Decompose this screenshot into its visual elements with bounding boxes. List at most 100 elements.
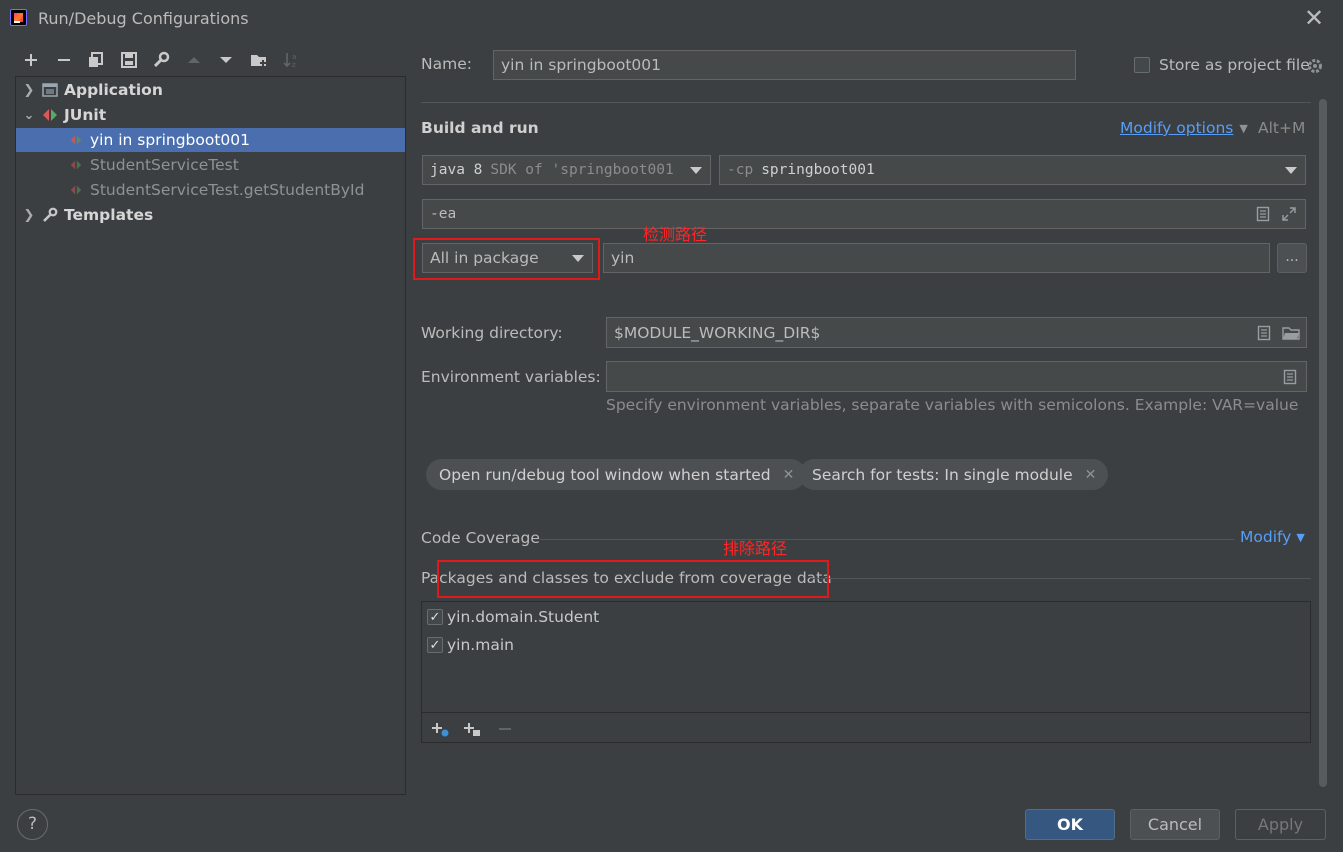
gear-icon[interactable] <box>1306 57 1324 75</box>
title-bar: Run/Debug Configurations ✕ <box>0 0 1343 38</box>
help-button[interactable]: ? <box>17 809 48 840</box>
move-down-icon[interactable] <box>215 48 237 72</box>
tree-item-yin-in-springboot001[interactable]: yin in springboot001 <box>16 128 405 152</box>
chip-open-tool-window[interactable]: Open run/debug tool window when started … <box>426 459 807 490</box>
move-up-icon[interactable] <box>183 48 205 72</box>
coverage-modify-link[interactable]: Modify ▼ <box>1240 528 1305 546</box>
environment-variables-input[interactable] <box>606 361 1307 392</box>
working-directory-value: $MODULE_WORKING_DIR$ <box>614 323 821 342</box>
separator <box>810 578 1311 579</box>
checkbox-checked[interactable]: ✓ <box>427 637 443 653</box>
add-icon[interactable] <box>20 48 42 72</box>
document-icon[interactable] <box>1255 206 1271 222</box>
chevron-down-icon: ▼ <box>1296 530 1305 544</box>
expand-icon[interactable] <box>1281 206 1297 222</box>
cp-flag: -cp <box>727 162 754 178</box>
coverage-modify-label: Modify <box>1240 528 1292 546</box>
junit-icon <box>42 107 58 123</box>
document-icon[interactable] <box>1282 369 1298 385</box>
remove-icon[interactable] <box>53 48 75 72</box>
list-item[interactable]: ✓ yin.domain.Student <box>427 608 599 626</box>
exclude-list: ✓ yin.domain.Student ✓ yin.main <box>421 601 1311 743</box>
package-value: yin <box>611 249 635 267</box>
tree-item-label: yin in springboot001 <box>90 131 251 149</box>
separator <box>422 712 1310 713</box>
browse-package-button[interactable]: ... <box>1277 243 1307 273</box>
remove-icon[interactable] <box>496 720 514 738</box>
vm-options-input[interactable]: -ea <box>422 199 1306 229</box>
tree-item-getstudentbyid[interactable]: StudentServiceTest.getStudentById <box>16 178 405 202</box>
chip-search-for-tests[interactable]: Search for tests: In single module ✕ <box>799 459 1109 490</box>
remove-chip-icon[interactable]: ✕ <box>1085 467 1097 483</box>
tree-item-studentservicetest[interactable]: StudentServiceTest <box>16 153 405 177</box>
working-directory-input[interactable]: $MODULE_WORKING_DIR$ <box>606 317 1307 348</box>
jdk-source: SDK of 'springboot001 <box>490 162 674 178</box>
window-title: Run/Debug Configurations <box>38 9 249 28</box>
name-input[interactable]: yin in springboot001 <box>493 50 1076 80</box>
tree-item-label: Templates <box>64 206 154 224</box>
store-as-project-file-label: Store as project file <box>1159 56 1310 74</box>
annotation-box-detect <box>413 238 600 280</box>
separator <box>421 102 1311 103</box>
sort-icon[interactable]: az <box>280 48 302 72</box>
save-icon[interactable] <box>118 48 140 72</box>
annotation-detect-path: 检测路径 <box>643 225 708 244</box>
add-class-icon[interactable] <box>430 720 450 738</box>
vm-options-value: -ea <box>430 206 457 222</box>
new-folder-icon[interactable] <box>248 48 270 72</box>
modify-options-link[interactable]: Modify options ▼ <box>1120 119 1248 137</box>
intellij-logo-icon <box>10 9 27 26</box>
tree-item-application[interactable]: ❯ Application <box>16 78 405 102</box>
checkbox-checked[interactable]: ✓ <box>427 609 443 625</box>
svg-text:z: z <box>292 61 296 69</box>
junit-test-icon <box>68 182 84 198</box>
dropdown-arrow-icon <box>690 167 702 174</box>
tree-item-label: StudentServiceTest.getStudentById <box>90 181 365 199</box>
modify-options-shortcut: Alt+M <box>1258 119 1306 137</box>
chip-label: Open run/debug tool window when started <box>439 465 771 484</box>
list-item[interactable]: ✓ yin.main <box>427 636 514 654</box>
environment-variables-label: Environment variables: <box>421 368 601 386</box>
dropdown-arrow-icon <box>1285 167 1297 174</box>
name-label: Name: <box>421 55 472 73</box>
jdk-version: java 8 <box>430 162 483 178</box>
annotation-box-exclude <box>437 560 829 598</box>
name-value: yin in springboot001 <box>501 56 662 74</box>
configuration-tree: ❯ Application ⌄ JUnit yin in springboot0… <box>15 76 406 795</box>
chevron-right-icon[interactable]: ❯ <box>22 83 36 98</box>
close-icon[interactable]: ✕ <box>1300 4 1328 32</box>
document-icon[interactable] <box>1256 325 1272 341</box>
tree-item-junit[interactable]: ⌄ JUnit <box>16 103 405 127</box>
package-input[interactable]: yin <box>603 243 1270 273</box>
jdk-select[interactable]: java 8 SDK of 'springboot001 <box>422 155 711 185</box>
tree-item-label: StudentServiceTest <box>90 156 239 174</box>
svg-text:a: a <box>292 53 296 61</box>
separator <box>540 539 1234 540</box>
build-and-run-heading: Build and run <box>421 119 539 137</box>
chevron-down-icon[interactable]: ⌄ <box>22 108 36 123</box>
folder-icon[interactable] <box>1282 325 1300 341</box>
ok-button[interactable]: OK <box>1025 809 1115 840</box>
modify-options-label: Modify options <box>1120 119 1234 137</box>
junit-test-icon <box>68 132 84 148</box>
scrollbar[interactable] <box>1319 99 1327 787</box>
apply-button[interactable]: Apply <box>1235 809 1326 840</box>
wrench-icon[interactable] <box>150 48 172 72</box>
annotation-exclude-path: 排除路径 <box>723 539 788 558</box>
tree-item-templates[interactable]: ❯ Templates <box>16 203 405 227</box>
wrench-icon <box>42 207 58 223</box>
environment-variables-hint: Specify environment variables, separate … <box>606 396 1299 414</box>
chip-label: Search for tests: In single module <box>812 465 1073 484</box>
application-icon <box>42 82 58 98</box>
working-directory-label: Working directory: <box>421 324 563 342</box>
cancel-button[interactable]: Cancel <box>1130 809 1220 840</box>
chevron-right-icon[interactable]: ❯ <box>22 208 36 223</box>
remove-chip-icon[interactable]: ✕ <box>783 467 795 483</box>
classpath-select[interactable]: -cp springboot001 <box>719 155 1306 185</box>
copy-icon[interactable] <box>85 48 107 72</box>
code-coverage-heading: Code Coverage <box>421 529 540 547</box>
list-item-label: yin.main <box>447 636 514 654</box>
add-package-icon[interactable] <box>462 720 482 738</box>
store-as-project-file-checkbox[interactable] <box>1134 57 1150 73</box>
cp-module: springboot001 <box>761 162 875 178</box>
